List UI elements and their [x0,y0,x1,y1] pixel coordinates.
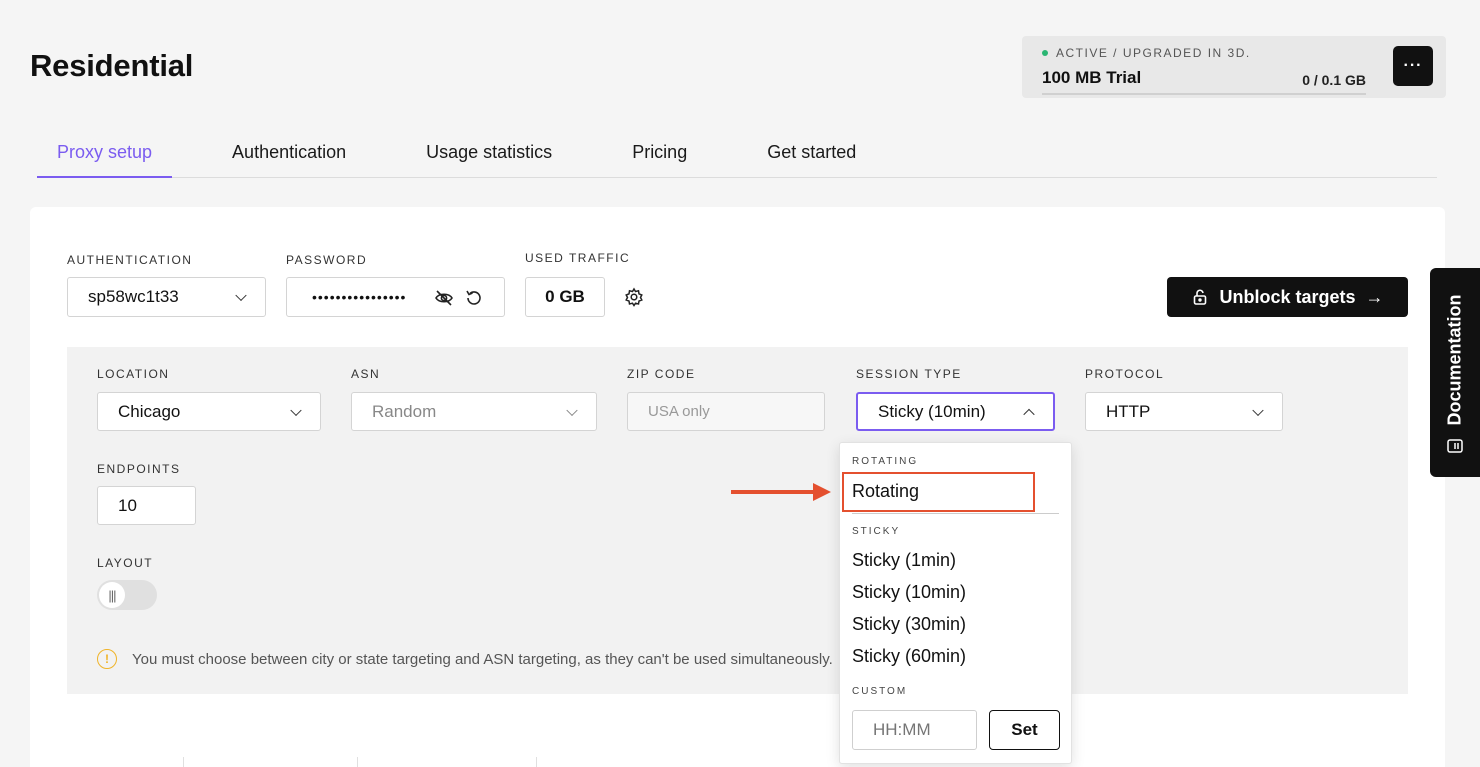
chevron-down-icon [235,289,247,302]
location-label: LOCATION [97,367,170,381]
unblock-targets-label: Unblock targets [1219,286,1356,307]
filter-panel: LOCATION Chicago ASN Random ZIP CODE USA… [67,347,1408,694]
warning-icon: ! [97,649,117,669]
session-type-value: Sticky (10min) [878,401,986,421]
eye-off-icon[interactable] [434,288,454,308]
set-button[interactable]: Set [989,710,1060,750]
plan-status-text: ACTIVE / UPGRADED IN 3D. [1056,46,1251,60]
documentation-tab[interactable]: Documentation [1430,268,1480,477]
protocol-label: PROTOCOL [1085,367,1165,381]
endpoints-input[interactable]: 10 [97,486,196,525]
asn-label: ASN [351,367,381,381]
option-sticky-30min[interactable]: Sticky (30min) [852,614,966,635]
warning-message: ! You must choose between city or state … [97,649,833,669]
option-sticky-10min[interactable]: Sticky (10min) [852,582,966,603]
tab-authentication[interactable]: Authentication [212,130,366,178]
authentication-label: AUTHENTICATION [67,253,193,267]
dropdown-divider [852,513,1059,514]
tab-bar: Proxy setup Authentication Usage statist… [37,130,1437,178]
zip-code-input[interactable]: USA only [627,392,825,431]
session-type-dropdown: ROTATING Rotating STICKY Sticky (1min) S… [839,442,1072,764]
location-select[interactable]: Chicago [97,392,321,431]
dropdown-sticky-header: STICKY [852,526,901,537]
location-value: Chicago [118,401,181,421]
tab-proxy-setup[interactable]: Proxy setup [37,130,173,178]
custom-time-input[interactable] [852,710,977,750]
page-title: Residential [30,48,194,83]
asn-select[interactable]: Random [351,392,597,431]
chevron-down-icon [566,404,578,416]
annotation-arrow-icon [731,483,831,501]
used-traffic-label: USED TRAFFIC [525,251,631,265]
zip-code-label: ZIP CODE [627,367,696,381]
status-dot [1042,50,1048,56]
arrow-right-icon: → [1365,286,1384,307]
endpoints-label: ENDPOINTS [97,462,181,476]
chevron-up-icon [1023,408,1035,420]
gear-icon[interactable] [624,287,644,307]
zip-code-placeholder: USA only [648,403,710,420]
tab-usage-statistics[interactable]: Usage statistics [406,130,572,178]
authentication-select[interactable]: sp58wc1t33 [67,277,266,317]
authentication-value: sp58wc1t33 [88,287,179,306]
unlock-icon [1194,289,1207,305]
protocol-value: HTTP [1106,401,1151,421]
password-value: •••••••••••••••• [312,289,407,305]
toggle-grip-icon: ||| [99,582,125,608]
plan-menu-button[interactable]: ··· [1393,46,1433,86]
book-icon [1447,439,1463,453]
warning-text: You must choose between city or state ta… [132,650,833,668]
documentation-label: Documentation [1444,294,1465,426]
plan-name: 100 MB Trial [1042,68,1142,87]
option-sticky-1min[interactable]: Sticky (1min) [852,550,956,571]
refresh-icon[interactable] [464,288,484,308]
endpoints-value: 10 [118,495,137,515]
divider [183,757,184,767]
tab-get-started[interactable]: Get started [747,130,876,178]
plan-usage-bar [1042,93,1366,95]
asn-value: Random [372,401,437,421]
session-type-select[interactable]: Sticky (10min) [856,392,1055,431]
dropdown-rotating-header: ROTATING [852,456,919,467]
layout-toggle[interactable]: ||| [97,580,157,610]
tab-pricing[interactable]: Pricing [612,130,707,178]
layout-label: LAYOUT [97,556,154,570]
chevron-down-icon [290,404,302,416]
dropdown-custom-header: CUSTOM [852,686,908,697]
used-traffic-value: 0 GB [525,277,605,317]
chevron-down-icon [1252,404,1264,416]
divider [536,757,537,767]
divider [357,757,358,767]
plan-status: ACTIVE / UPGRADED IN 3D. [1042,46,1251,60]
password-field[interactable]: •••••••••••••••• [286,277,505,317]
plan-card: ACTIVE / UPGRADED IN 3D. 100 MB Trial 0 … [1022,36,1446,98]
option-sticky-60min[interactable]: Sticky (60min) [852,646,966,667]
session-type-label: SESSION TYPE [856,367,962,381]
unblock-targets-button[interactable]: Unblock targets → [1167,277,1408,317]
option-rotating[interactable]: Rotating [852,481,919,502]
protocol-select[interactable]: HTTP [1085,392,1283,431]
plan-usage: 0 / 0.1 GB [1302,72,1366,88]
password-label: PASSWORD [286,253,368,267]
